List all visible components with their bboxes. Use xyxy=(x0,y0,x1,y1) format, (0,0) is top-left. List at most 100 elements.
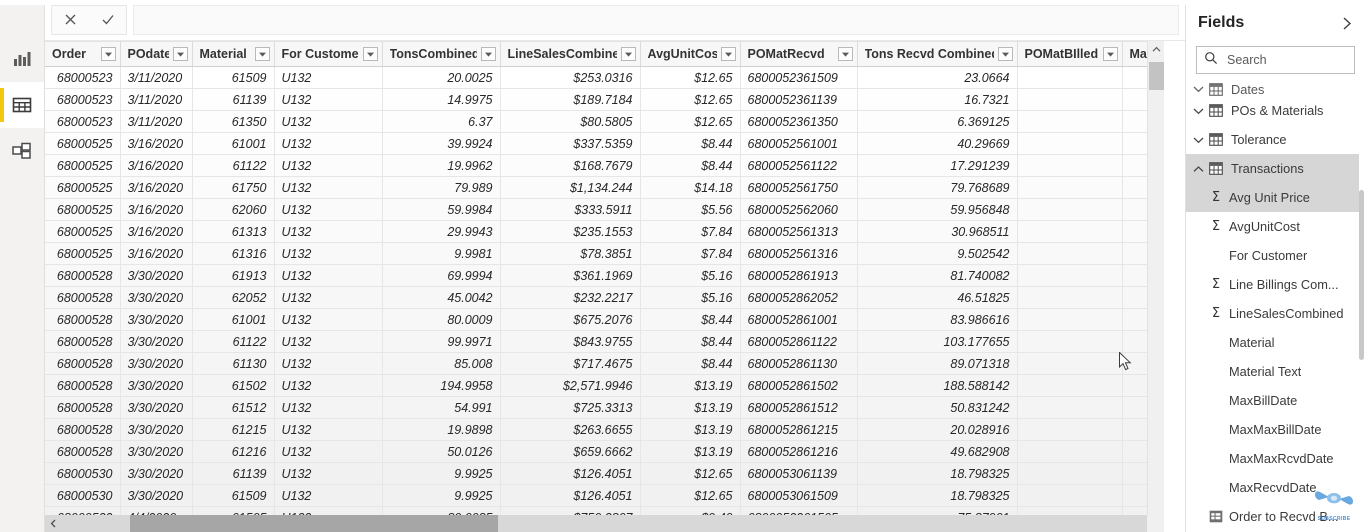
table-cell[interactable]: U132 xyxy=(274,374,383,397)
table-cell[interactable]: 194.9958 xyxy=(382,374,501,397)
table-cell[interactable]: $2,571.9946 xyxy=(500,374,641,397)
table-cell[interactable]: 68000530 xyxy=(45,484,121,507)
table-cell[interactable]: 3/30/2020 xyxy=(120,330,193,353)
table-cell[interactable]: $13.19 xyxy=(640,418,741,441)
table-cell[interactable]: 68000528 xyxy=(45,374,121,397)
table-row[interactable]: 68000528 3/30/2020 61001 U132 80.0009 $675.20… xyxy=(45,308,1164,331)
chevron-down-icon[interactable] xyxy=(1190,136,1206,144)
sidebar-item-report-view[interactable] xyxy=(0,36,44,82)
fields-item-avgunitcost[interactable]: Σ AvgUnitCost xyxy=(1186,212,1359,241)
table-cell[interactable] xyxy=(1017,418,1123,441)
table-cell[interactable] xyxy=(1017,242,1123,265)
table-cell[interactable]: 61750 xyxy=(192,176,275,199)
fields-table-tolerance[interactable]: Tolerance xyxy=(1186,125,1359,154)
table-cell[interactable]: $5.56 xyxy=(640,198,741,221)
column-filter-dropdown-icon[interactable] xyxy=(720,47,736,61)
table-cell[interactable]: $361.1969 xyxy=(500,264,641,287)
table-cell[interactable]: 61913 xyxy=(192,264,275,287)
table-cell[interactable]: U132 xyxy=(274,352,383,375)
table-cell[interactable]: 83.986616 xyxy=(857,308,1018,331)
table-cell[interactable]: 6800052361509 xyxy=(740,66,858,89)
table-cell[interactable]: U132 xyxy=(274,132,383,155)
table-cell[interactable]: 68000525 xyxy=(45,198,121,221)
table-cell[interactable]: 3/11/2020 xyxy=(120,66,193,89)
table-cell[interactable]: 3/16/2020 xyxy=(120,242,193,265)
table-cell[interactable]: 62060 xyxy=(192,198,275,221)
table-cell[interactable]: 61216 xyxy=(192,440,275,463)
table-cell[interactable]: $8.44 xyxy=(640,132,741,155)
table-cell[interactable]: $12.65 xyxy=(640,66,741,89)
fields-item-maxbilldate[interactable]: MaxBillDate xyxy=(1186,386,1359,415)
table-cell[interactable]: $13.19 xyxy=(640,440,741,463)
table-cell[interactable]: 9.502542 xyxy=(857,242,1018,265)
table-cell[interactable]: $7.84 xyxy=(640,220,741,243)
column-header-material[interactable]: Material xyxy=(192,41,275,67)
table-cell[interactable]: U132 xyxy=(274,110,383,133)
table-cell[interactable] xyxy=(1017,220,1123,243)
table-cell[interactable]: 68000530 xyxy=(45,462,121,485)
table-cell[interactable]: 68000528 xyxy=(45,286,121,309)
table-cell[interactable] xyxy=(1017,110,1123,133)
table-cell[interactable]: 68000525 xyxy=(45,242,121,265)
table-cell[interactable]: 62052 xyxy=(192,286,275,309)
table-cell[interactable]: 61139 xyxy=(192,88,275,111)
fields-item-linesalescombined[interactable]: Σ LineSalesCombined xyxy=(1186,299,1359,328)
table-cell[interactable]: 6800052561316 xyxy=(740,242,858,265)
table-cell[interactable]: 20.028916 xyxy=(857,418,1018,441)
table-cell[interactable]: 68000523 xyxy=(45,66,121,89)
table-cell[interactable]: $126.4051 xyxy=(500,462,641,485)
table-cell[interactable]: 188.588142 xyxy=(857,374,1018,397)
table-cell[interactable]: 3/30/2020 xyxy=(120,462,193,485)
fields-table-pos-materials[interactable]: POs & Materials xyxy=(1186,96,1359,125)
column-header-for-customer[interactable]: For Customer xyxy=(274,41,383,67)
table-cell[interactable]: 81.740082 xyxy=(857,264,1018,287)
table-cell[interactable]: 46.51825 xyxy=(857,286,1018,309)
table-cell[interactable]: 61316 xyxy=(192,242,275,265)
table-cell[interactable]: 3/11/2020 xyxy=(120,88,193,111)
table-cell[interactable] xyxy=(1017,264,1123,287)
table-cell[interactable]: 45.0042 xyxy=(382,286,501,309)
table-cell[interactable]: 68000525 xyxy=(45,176,121,199)
table-cell[interactable]: $235.1553 xyxy=(500,220,641,243)
table-cell[interactable]: 68000525 xyxy=(45,154,121,177)
table-cell[interactable]: 61122 xyxy=(192,154,275,177)
table-cell[interactable]: U132 xyxy=(274,286,383,309)
table-cell[interactable]: 61139 xyxy=(192,462,275,485)
grid-vertical-scrollbar[interactable] xyxy=(1147,41,1164,532)
table-cell[interactable]: 79.989 xyxy=(382,176,501,199)
table-cell[interactable]: U132 xyxy=(274,440,383,463)
table-cell[interactable]: $168.7679 xyxy=(500,154,641,177)
column-filter-dropdown-icon[interactable] xyxy=(1102,47,1118,61)
table-cell[interactable] xyxy=(1017,462,1123,485)
table-cell[interactable]: 61512 xyxy=(192,396,275,419)
table-cell[interactable]: 68000528 xyxy=(45,330,121,353)
table-cell[interactable]: $337.5359 xyxy=(500,132,641,155)
table-cell[interactable]: 9.9981 xyxy=(382,242,501,265)
column-header-podate[interactable]: POdate xyxy=(120,41,193,67)
table-cell[interactable]: $189.7184 xyxy=(500,88,641,111)
table-cell[interactable]: $8.44 xyxy=(640,154,741,177)
table-cell[interactable] xyxy=(1017,308,1123,331)
table-cell[interactable]: 68000523 xyxy=(45,88,121,111)
fields-item-maxmaxrcvddate[interactable]: MaxMaxRcvdDate xyxy=(1186,444,1359,473)
table-cell[interactable]: 18.798325 xyxy=(857,462,1018,485)
table-row[interactable]: 68000523 3/11/2020 61509 U132 20.0025 $253.03… xyxy=(45,66,1164,89)
fields-search-box[interactable] xyxy=(1196,46,1355,74)
table-cell[interactable]: 61502 xyxy=(192,374,275,397)
table-row[interactable]: 68000523 3/11/2020 61139 U132 14.9975 $189.71… xyxy=(45,88,1164,111)
column-filter-dropdown-icon[interactable] xyxy=(254,47,270,61)
fields-table-transactions[interactable]: Transactions xyxy=(1186,154,1359,183)
table-cell[interactable]: 103.177655 xyxy=(857,330,1018,353)
table-row[interactable]: 68000523 3/11/2020 61350 U132 6.37 $80.5805 $1… xyxy=(45,110,1164,133)
table-cell[interactable]: 79.768689 xyxy=(857,176,1018,199)
table-cell[interactable]: 61215 xyxy=(192,418,275,441)
table-cell[interactable]: $8.44 xyxy=(640,308,741,331)
table-cell[interactable]: 68000528 xyxy=(45,418,121,441)
table-cell[interactable]: 50.0126 xyxy=(382,440,501,463)
table-cell[interactable]: 19.9898 xyxy=(382,418,501,441)
table-cell[interactable]: 6800052361139 xyxy=(740,88,858,111)
table-cell[interactable]: 20.0025 xyxy=(382,66,501,89)
table-cell[interactable]: U132 xyxy=(274,66,383,89)
table-row[interactable]: 68000525 3/16/2020 61750 U132 79.989 $1,134.2… xyxy=(45,176,1164,199)
table-cell[interactable]: $659.6662 xyxy=(500,440,641,463)
